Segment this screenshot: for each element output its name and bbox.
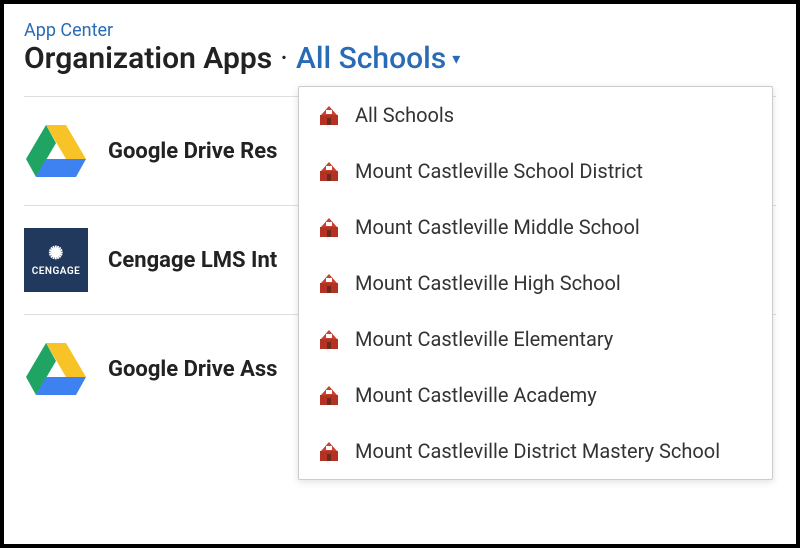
school-dropdown-menu: All Schools Mount Castleville School Dis… (298, 86, 773, 480)
school-filter-dropdown-trigger[interactable]: All Schools ▾ (296, 41, 460, 76)
dropdown-item-label: Mount Castleville School District (355, 159, 643, 183)
dropdown-item-label: Mount Castleville High School (355, 271, 621, 295)
chevron-down-icon: ▾ (452, 49, 460, 68)
school-icon (317, 271, 341, 295)
dropdown-item-label: Mount Castleville Middle School (355, 215, 640, 239)
breadcrumb-app-center[interactable]: App Center (24, 20, 113, 41)
app-name: Cengage LMS Int (108, 248, 277, 273)
app-name: Google Drive Res (108, 139, 277, 164)
school-icon (317, 159, 341, 183)
school-icon (317, 215, 341, 239)
school-icon (317, 439, 341, 463)
cengage-icon: ✺ CENGAGE (24, 228, 88, 292)
dropdown-item-label: Mount Castleville District Mastery Schoo… (355, 439, 720, 463)
dropdown-item-school[interactable]: Mount Castleville Elementary (299, 311, 772, 367)
dropdown-item-school[interactable]: Mount Castleville District Mastery Schoo… (299, 423, 772, 479)
school-filter-label: All Schools (296, 41, 446, 76)
dropdown-item-all-schools[interactable]: All Schools (299, 87, 772, 143)
school-icon (317, 103, 341, 127)
dropdown-item-label: Mount Castleville Academy (355, 383, 597, 407)
app-name: Google Drive Ass (108, 357, 277, 382)
google-drive-icon (24, 337, 88, 401)
school-icon (317, 383, 341, 407)
google-drive-icon (24, 119, 88, 183)
dropdown-item-school[interactable]: Mount Castleville School District (299, 143, 772, 199)
dropdown-item-label: Mount Castleville Elementary (355, 327, 613, 351)
cengage-text: CENGAGE (32, 266, 81, 277)
cengage-burst-icon: ✺ (48, 243, 64, 264)
dropdown-item-school[interactable]: Mount Castleville High School (299, 255, 772, 311)
dropdown-item-school[interactable]: Mount Castleville Academy (299, 367, 772, 423)
school-icon (317, 327, 341, 351)
dropdown-item-school[interactable]: Mount Castleville Middle School (299, 199, 772, 255)
dropdown-item-label: All Schools (355, 103, 454, 127)
page-title: Organization Apps (24, 41, 272, 76)
header-row: Organization Apps · All Schools ▾ (24, 41, 776, 76)
separator-dot: · (280, 41, 288, 76)
